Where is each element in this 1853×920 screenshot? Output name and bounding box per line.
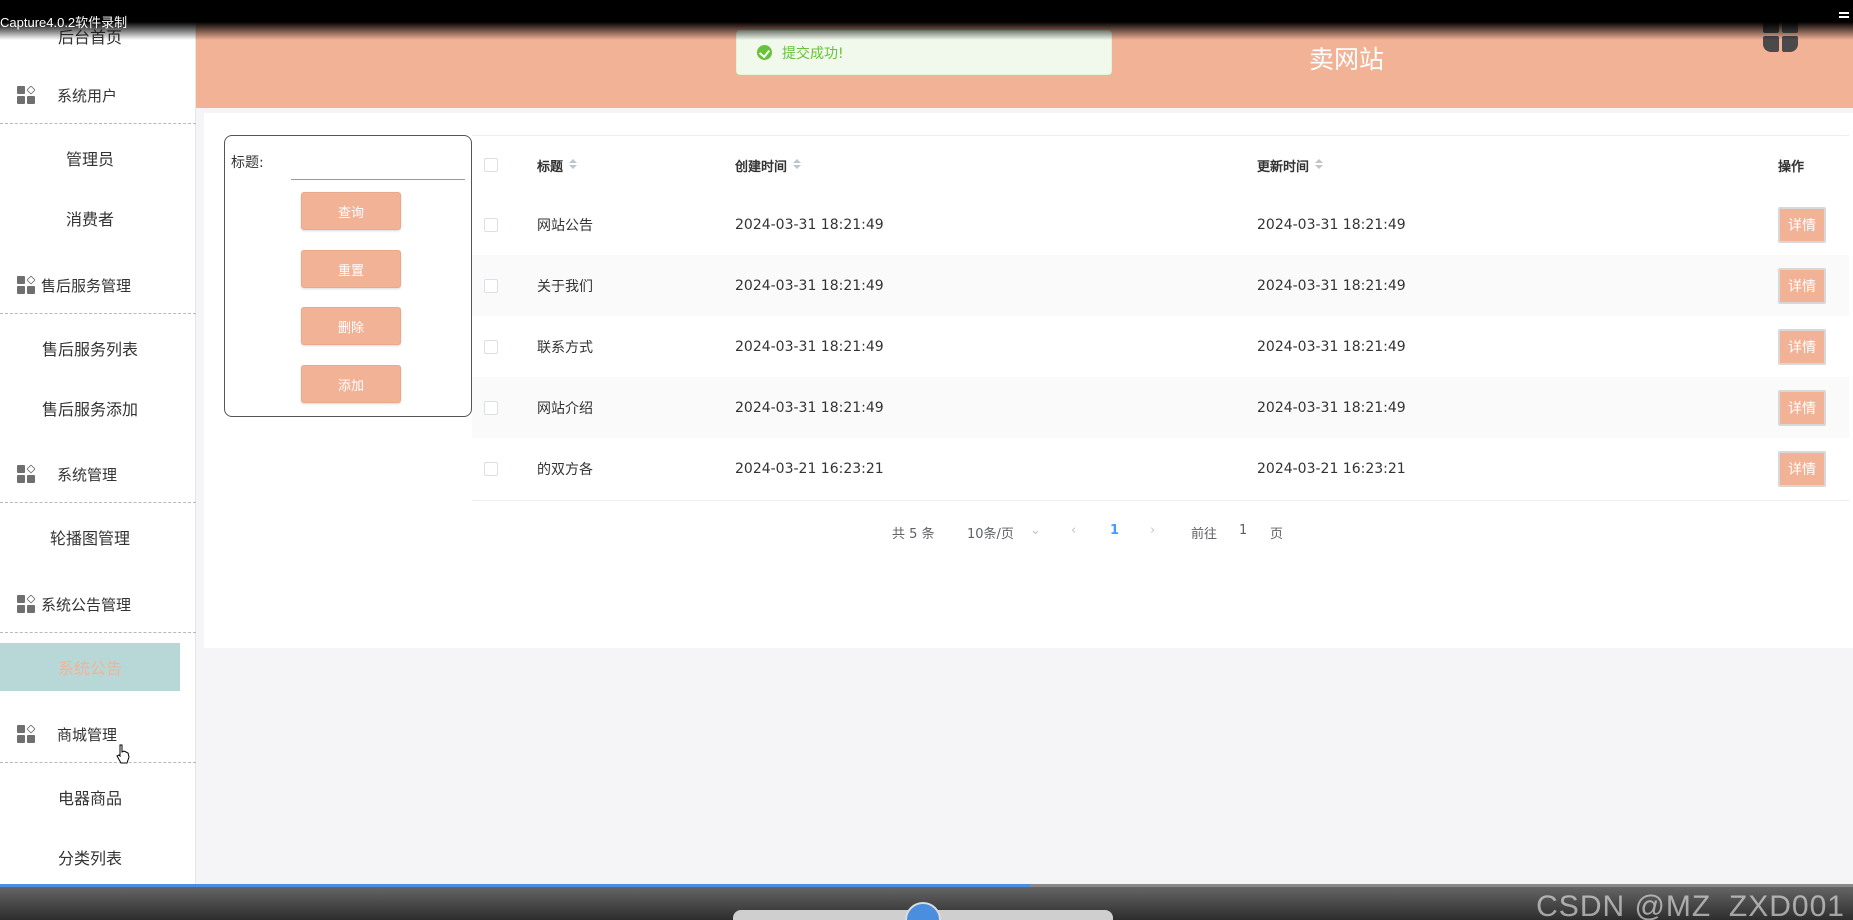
sort-icon[interactable]	[569, 159, 578, 171]
detail-button[interactable]: 详情	[1778, 389, 1826, 426]
table-row: 网站介绍 2024-03-31 18:21:49 2024-03-31 18:2…	[472, 377, 1849, 438]
row-checkbox[interactable]	[484, 461, 498, 476]
grid-icon	[17, 463, 37, 485]
cell-title: 联系方式	[537, 339, 593, 356]
toast-message: 提交成功!	[782, 45, 844, 62]
sidebar-item-after-sales-list[interactable]: 售后服务列表	[0, 324, 180, 372]
capture-menu-icon[interactable]	[1839, 12, 1849, 22]
cell-created: 2024-03-31 18:21:49	[735, 216, 884, 233]
grid-icon	[17, 274, 37, 296]
column-header-label: 更新时间	[1257, 159, 1310, 175]
page-title: 卖网站	[1309, 45, 1385, 74]
select-all-checkbox[interactable]	[484, 158, 498, 172]
cell-title: 网站介绍	[537, 400, 593, 417]
sort-icon[interactable]	[1315, 159, 1324, 171]
sidebar-item-consumer[interactable]: 消费者	[0, 194, 180, 242]
detail-button[interactable]: 详情	[1778, 328, 1826, 365]
delete-button[interactable]: 删除	[301, 307, 401, 345]
sidebar-item-system-announcement[interactable]: 系统公告	[0, 643, 180, 691]
cell-title: 的双方各	[537, 461, 593, 478]
sidebar-item-categories[interactable]: 分类列表	[0, 833, 180, 881]
watermark: CSDN @MZ_ZXD001	[1536, 890, 1845, 920]
sidebar-group-label: 系统用户	[57, 87, 118, 105]
pager-total: 共 5 条	[892, 527, 935, 542]
table-row: 的双方各 2024-03-21 16:23:21 2024-03-21 16:2…	[472, 438, 1849, 499]
query-button[interactable]: 查询	[301, 192, 401, 230]
detail-button[interactable]: 详情	[1778, 267, 1826, 304]
sidebar-group-announcements[interactable]: 系统公告管理	[0, 577, 196, 633]
playback-track[interactable]	[1030, 884, 1853, 887]
player-bottom-bar: CSDN @MZ_ZXD001	[0, 884, 1853, 920]
sidebar-group-system-management[interactable]: 系统管理	[0, 447, 196, 503]
page-size-select[interactable]: 10条/页	[967, 523, 1014, 542]
sidebar-group-system-users[interactable]: 系统用户	[0, 68, 196, 124]
cell-created: 2024-03-31 18:21:49	[735, 399, 884, 416]
cell-updated: 2024-03-31 18:21:49	[1257, 216, 1406, 233]
column-header-updated[interactable]: 更新时间	[1257, 136, 1324, 194]
column-header-created[interactable]: 创建时间	[735, 136, 802, 194]
sidebar-group-label: 系统管理	[57, 466, 118, 484]
table-row: 网站公告 2024-03-31 18:21:49 2024-03-31 18:2…	[472, 194, 1849, 255]
cell-created: 2024-03-21 16:23:21	[735, 460, 884, 477]
grid-icon	[17, 84, 37, 106]
table-row: 关于我们 2024-03-31 18:21:49 2024-03-31 18:2…	[472, 255, 1849, 316]
sidebar-item-after-sales-add[interactable]: 售后服务添加	[0, 384, 180, 432]
sidebar-group-after-sales[interactable]: 售后服务管理	[0, 258, 196, 314]
table-row: 联系方式 2024-03-31 18:21:49 2024-03-31 18:2…	[472, 316, 1849, 377]
cell-created: 2024-03-31 18:21:49	[735, 338, 884, 355]
goto-prefix: 前往	[1191, 527, 1218, 542]
page-number-current[interactable]: 1	[1110, 523, 1119, 538]
row-checkbox[interactable]	[484, 278, 498, 293]
row-checkbox[interactable]	[484, 217, 498, 232]
cell-created: 2024-03-31 18:21:49	[735, 277, 884, 294]
search-form: 标题: 查询 重置 删除 添加	[224, 135, 472, 417]
row-checkbox[interactable]	[484, 339, 498, 354]
title-field-label: 标题:	[231, 155, 264, 171]
column-header-label: 创建时间	[735, 159, 788, 175]
table-header-row: 标题 创建时间 更新时间 操作	[472, 136, 1849, 194]
cell-updated: 2024-03-31 18:21:49	[1257, 338, 1406, 355]
goto-suffix: 页	[1270, 527, 1284, 542]
success-toast: 提交成功!	[736, 30, 1112, 75]
sidebar-item-appliances[interactable]: 电器商品	[0, 773, 180, 821]
sidebar-group-label: 系统公告管理	[41, 596, 132, 614]
sort-icon[interactable]	[793, 159, 802, 171]
sidebar-group-label: 商城管理	[57, 726, 118, 744]
reset-button[interactable]: 重置	[301, 250, 401, 288]
column-header-label: 标题	[537, 159, 564, 175]
title-search-input[interactable]	[291, 140, 465, 180]
pagination: 共 5 条 10条/页 ⌄ ‹ 1 › 前往 1 页	[0, 520, 1853, 544]
sidebar-group-mall[interactable]: 商城管理	[0, 707, 196, 763]
sidebar-item-admin[interactable]: 管理员	[0, 134, 180, 182]
cell-title: 网站公告	[537, 217, 593, 234]
play-icon[interactable]	[905, 902, 941, 920]
cell-title: 关于我们	[537, 278, 593, 295]
cell-updated: 2024-03-21 16:23:21	[1257, 460, 1406, 477]
cell-updated: 2024-03-31 18:21:49	[1257, 277, 1406, 294]
announcement-table: 标题 创建时间 更新时间 操作 网站公告 2024-03-31 18:21:49…	[472, 135, 1849, 501]
prev-page-icon[interactable]: ‹	[1071, 523, 1076, 538]
grid-icon	[17, 593, 37, 615]
playback-progress[interactable]	[0, 884, 1030, 887]
sidebar: 后台首页 系统用户 管理员 消费者 售后服务管理 售后服务列表 售后服务添加 系…	[0, 0, 196, 920]
chevron-down-icon[interactable]: ⌄	[1030, 523, 1041, 538]
logo-icon	[1763, 17, 1799, 53]
column-header-action: 操作	[1778, 159, 1805, 175]
detail-button[interactable]: 详情	[1778, 206, 1826, 243]
cell-updated: 2024-03-31 18:21:49	[1257, 399, 1406, 416]
next-page-icon[interactable]: ›	[1150, 523, 1155, 538]
detail-button[interactable]: 详情	[1778, 450, 1826, 487]
column-header-title[interactable]: 标题	[537, 136, 578, 194]
check-circle-icon	[757, 45, 772, 60]
add-button[interactable]: 添加	[301, 365, 401, 403]
sidebar-item-carousel[interactable]: 轮播图管理	[0, 513, 180, 561]
row-checkbox[interactable]	[484, 400, 498, 415]
capture-title: Capture4.0.2软件录制	[0, 15, 128, 30]
goto-page-input[interactable]: 1	[1239, 523, 1247, 538]
grid-icon	[17, 723, 37, 745]
sidebar-group-label: 售后服务管理	[41, 277, 132, 295]
hand-cursor-icon	[116, 744, 130, 764]
